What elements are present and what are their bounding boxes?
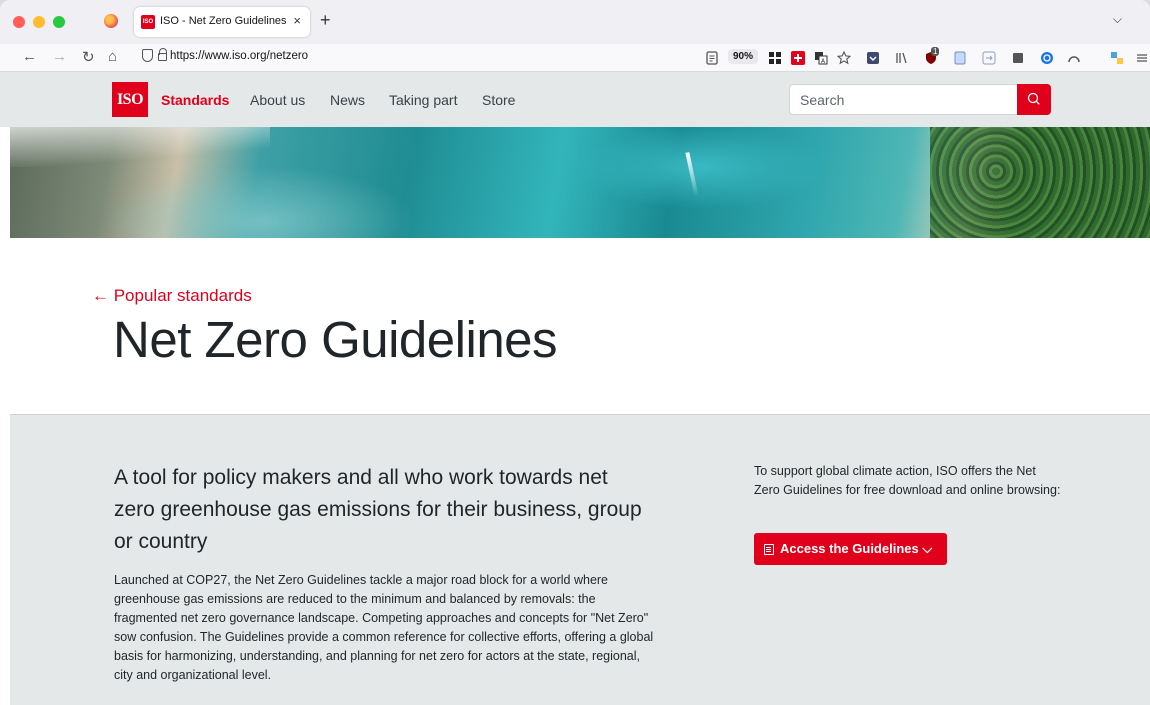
home-button[interactable]: ⌂ (108, 48, 117, 65)
menu-item-standards[interactable]: Standards (161, 92, 229, 108)
extension-badge: 1 (931, 47, 940, 56)
pocket-icon[interactable] (866, 51, 880, 65)
menu-item-store[interactable]: Store (482, 92, 515, 108)
tracking-protection-shield-icon[interactable] (142, 49, 153, 62)
tab-close-icon[interactable]: × (293, 13, 301, 28)
document-icon[interactable] (953, 51, 967, 65)
tab-bar: ISO ISO - Net Zero Guidelines × + ⌵ (0, 0, 1150, 44)
multi-account-icon[interactable] (1110, 51, 1124, 65)
page-title: Net Zero Guidelines (113, 311, 558, 368)
new-tab-button[interactable]: + (320, 10, 331, 31)
tab-title: ISO - Net Zero Guidelines (160, 15, 287, 27)
zoom-window-button[interactable] (53, 16, 65, 28)
download-intro-text: To support global climate action, ISO of… (754, 464, 1061, 497)
library-icon[interactable] (895, 51, 909, 65)
minimize-window-button[interactable] (33, 16, 45, 28)
search-input[interactable]: Search (789, 84, 1017, 115)
body-paragraph: Launched at COP27, the Net Zero Guidelin… (114, 573, 654, 682)
lock-icon[interactable] (158, 48, 167, 61)
forward-button[interactable]: → (52, 48, 67, 65)
search-button[interactable] (1017, 84, 1051, 115)
translate-icon[interactable]: A (814, 51, 828, 65)
hero-image (10, 127, 1150, 238)
firefox-view-icon[interactable] (104, 14, 118, 28)
access-guidelines-button[interactable]: Access the Guidelines ⌵ (754, 533, 947, 565)
back-button[interactable]: ← (22, 48, 37, 65)
grid-extension-icon[interactable] (768, 51, 782, 65)
note-icon[interactable] (1011, 51, 1025, 65)
hero-boat-wake (685, 152, 699, 197)
share-icon[interactable] (982, 51, 996, 65)
iso-favicon-icon: ISO (141, 15, 155, 29)
url-bar[interactable]: https://www.iso.org/netzero (170, 50, 308, 62)
search-icon (1027, 92, 1040, 105)
extensions-icon[interactable] (1067, 51, 1081, 65)
browser-window: ISO ISO - Net Zero Guidelines × + ⌵ ← → … (0, 0, 1150, 705)
tab-iso-net-zero[interactable]: ISO ISO - Net Zero Guidelines × (134, 7, 310, 37)
hero-palm-trees (930, 127, 1150, 238)
menu-icon[interactable] (1135, 51, 1149, 65)
menu-item-about-us[interactable]: About us (250, 92, 305, 108)
hero-shoreline (10, 127, 270, 167)
iso-logo[interactable]: ISO (112, 82, 148, 117)
close-window-button[interactable] (13, 16, 25, 28)
swiss-flag-extension-icon[interactable] (791, 51, 805, 65)
popular-standards-link[interactable]: ← Popular standards (92, 286, 252, 306)
document-icon (764, 544, 774, 555)
reader-view-icon[interactable] (705, 51, 719, 65)
access-guidelines-label: Access the Guidelines ⌵ (780, 541, 933, 556)
tab-list-chevron-icon[interactable]: ⌵ (1113, 12, 1122, 27)
menu-item-news[interactable]: News (330, 92, 365, 108)
menu-item-taking-part[interactable]: Taking part (389, 92, 457, 108)
password-manager-icon[interactable] (1040, 51, 1054, 65)
bookmark-star-icon[interactable] (837, 51, 851, 65)
nav-toolbar: ← → ↻ ⌂ https://www.iso.org/netzero 90% … (0, 44, 1150, 72)
reload-button[interactable]: ↻ (82, 48, 95, 66)
zoom-level-badge[interactable]: 90% (728, 49, 759, 64)
lead-paragraph: A tool for policy makers and all who wor… (114, 466, 642, 553)
